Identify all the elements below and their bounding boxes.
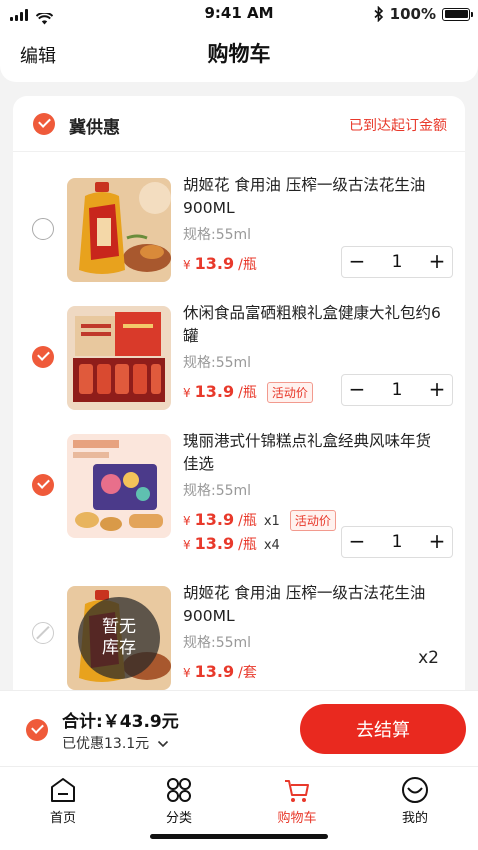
promo-tag: 活动价 (289, 510, 336, 531)
product-price: ¥13.9/瓶 x4 (183, 534, 280, 554)
product-price: ¥13.9/套 (183, 662, 257, 682)
currency-symbol: ¥ (183, 538, 191, 552)
price-value: 13.9 (194, 382, 235, 401)
quantity-value[interactable]: 1 (372, 380, 422, 400)
product-spec: 规格:55ml (183, 227, 252, 243)
tab-cart[interactable]: 购物车 (252, 775, 342, 826)
product-price: ¥13.9/瓶 活动价 (183, 382, 313, 403)
home-indicator (150, 834, 328, 839)
tab-label: 首页 (49, 811, 76, 826)
category-icon (167, 778, 191, 802)
currency-symbol: ¥ (183, 258, 191, 272)
product-price: ¥13.9/瓶 (183, 254, 257, 274)
item-multiplier: x2 (418, 648, 439, 668)
quantity-stepper: − 1 + (341, 374, 453, 406)
currency-symbol: ¥ (183, 514, 191, 528)
price-unit: /瓶 (238, 257, 257, 273)
product-spec: 规格:55ml (183, 635, 252, 651)
quantity-stepper: − 1 + (341, 526, 453, 558)
cart-icon (285, 780, 309, 802)
price-count: x1 (263, 514, 280, 529)
tab-profile[interactable]: 我的 (370, 775, 460, 826)
cart-card: 冀供惠 已到达起订金额 胡姬花 食用油 压榨一级古法花生油900ML 规格:55… (13, 96, 465, 736)
cart-item: 瑰丽港式什锦糕点礼盒经典风味年货佳选 规格:55ml ¥13.9/瓶 x1 活动价 … (13, 424, 465, 558)
product-image-oil[interactable]: 暂无 库存 (67, 586, 171, 690)
price-unit: /套 (238, 665, 257, 681)
price-value: 13.9 (194, 510, 235, 529)
quantity-value[interactable]: 1 (372, 532, 422, 552)
checkout-bar: 合计:￥43.9元 已优惠13.1元 去结算 (0, 690, 478, 766)
quantity-value[interactable]: 1 (372, 252, 422, 272)
discount-text: 已优惠13.1元 (62, 736, 150, 752)
min-order-note: 已到达起订金额 (349, 118, 447, 134)
product-title[interactable]: 胡姬花 食用油 压榨一级古法花生油900ML (183, 174, 441, 220)
price-count: x4 (263, 538, 280, 553)
quantity-stepper: − 1 + (341, 246, 453, 278)
profile-icon (402, 777, 428, 803)
total-price: 合计:￥43.9元 (62, 712, 179, 732)
price-unit: /瓶 (238, 385, 257, 401)
page-title: 购物车 (207, 42, 271, 66)
currency-symbol: ¥ (183, 666, 191, 680)
price-value: 13.9 (194, 662, 235, 681)
discount-summary[interactable]: 已优惠13.1元 (62, 733, 169, 753)
product-image-pastry[interactable] (67, 434, 171, 538)
battery-icon (442, 7, 473, 21)
shop-checkbox[interactable] (33, 113, 55, 135)
product-title[interactable]: 瑰丽港式什锦糕点礼盒经典风味年货佳选 (183, 430, 441, 476)
product-image-oil[interactable] (67, 178, 171, 282)
price-unit: /瓶 (238, 537, 257, 553)
currency-symbol: ¥ (183, 386, 191, 400)
product-spec: 规格:55ml (183, 355, 252, 371)
price-value: 13.9 (194, 254, 235, 273)
shop-header: 冀供惠 已到达起订金额 (13, 96, 465, 152)
promo-tag: 活动价 (266, 382, 313, 403)
chevron-down-icon (157, 740, 168, 748)
product-title[interactable]: 休闲食品富硒粗粮礼盒健康大礼包约6罐 (183, 302, 441, 348)
out-of-stock-line2: 库存 (102, 638, 136, 658)
status-bar: 9:41 AM 100% (0, 0, 478, 28)
tab-home[interactable]: 首页 (18, 775, 108, 826)
checkout-button[interactable]: 去结算 (300, 704, 466, 754)
item-checkbox[interactable] (32, 218, 54, 240)
item-checkbox[interactable] (32, 346, 54, 368)
shop-name: 冀供惠 (69, 118, 120, 138)
price-value: 13.9 (194, 534, 235, 553)
disabled-checkbox-icon (32, 622, 54, 644)
product-title[interactable]: 胡姬花 食用油 压榨一级古法花生油900ML (183, 582, 441, 628)
tab-category[interactable]: 分类 (134, 775, 224, 826)
increase-button[interactable]: + (422, 246, 452, 278)
increase-button[interactable]: + (422, 374, 452, 406)
out-of-stock-line1: 暂无 (102, 617, 136, 637)
price-unit: /瓶 (238, 513, 257, 529)
out-of-stock-overlay: 暂无 库存 (67, 586, 171, 690)
decrease-button[interactable]: − (342, 374, 372, 406)
tab-label: 购物车 (277, 811, 317, 826)
decrease-button[interactable]: − (342, 246, 372, 278)
product-image-giftbox[interactable] (67, 306, 171, 410)
cart-item: 胡姬花 食用油 压榨一级古法花生油900ML 规格:55ml ¥13.9/瓶 −… (13, 168, 465, 296)
product-spec: 规格:55ml (183, 483, 252, 499)
tab-label: 分类 (165, 811, 192, 826)
cart-item-out-of-stock: 暂无 库存 胡姬花 食用油 压榨一级古法花生油900ML 规格:55ml ¥13… (13, 576, 465, 704)
increase-button[interactable]: + (422, 526, 452, 558)
product-price: ¥13.9/瓶 x1 活动价 (183, 510, 336, 531)
bluetooth-icon (374, 6, 383, 22)
tab-label: 我的 (401, 811, 428, 826)
cart-item: 休闲食品富硒粗粮礼盒健康大礼包约6罐 规格:55ml ¥13.9/瓶 活动价 − … (13, 296, 465, 424)
home-icon (51, 778, 75, 802)
header: 编辑 购物车 (0, 28, 478, 82)
item-checkbox[interactable] (32, 474, 54, 496)
decrease-button[interactable]: − (342, 526, 372, 558)
select-all-checkbox[interactable] (26, 719, 48, 741)
battery-percent: 100% (389, 5, 436, 23)
